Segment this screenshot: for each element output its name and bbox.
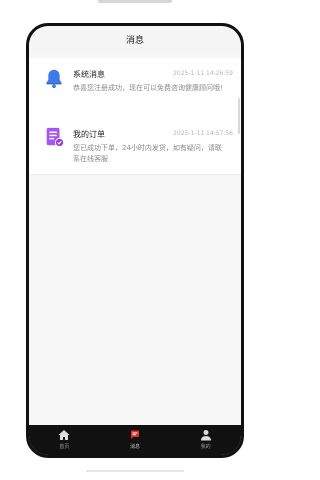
- header: 消息: [29, 26, 241, 54]
- bell-icon: [46, 69, 62, 89]
- message-body: 恭喜您注册成功，现在可以免费咨询健康顾问哦!: [73, 84, 223, 92]
- tab-messages[interactable]: 消息: [100, 425, 171, 455]
- message-item-order[interactable]: 我的订单 2025-1-11 14:57:56 您已成功下单，24小时内发货，如…: [29, 118, 241, 175]
- bottom-edge-hint: [86, 470, 184, 472]
- top-edge-hint: [98, 0, 172, 3]
- page-title: 消息: [125, 36, 144, 46]
- screen: 消息 系统消息 2025-1-11 14:26:59 恭喜您注册成功，现在可以免…: [29, 26, 241, 455]
- phone-frame: 消息 系统消息 2025-1-11 14:26:59 恭喜您注册成功，现在可以免…: [26, 23, 244, 458]
- message-title: 系统消息: [73, 70, 105, 79]
- tab-label: 我的: [200, 444, 211, 450]
- bottom-tab-bar: 首页 消息 我的: [29, 425, 241, 455]
- message-icon: [131, 430, 139, 439]
- message-item-system[interactable]: 系统消息 2025-1-11 14:26:59 恭喜您注册成功，现在可以免费咨询…: [29, 58, 241, 119]
- tab-label: 首页: [59, 444, 70, 450]
- message-body: 您已成功下单，24小时内发货，如有疑问，请联系在线客服: [73, 144, 222, 163]
- message-list: 系统消息 2025-1-11 14:26:59 恭喜您注册成功，现在可以免费咨询…: [29, 54, 241, 425]
- person-icon: [200, 430, 211, 441]
- tab-label: 消息: [130, 444, 141, 450]
- tab-profile[interactable]: 我的: [170, 425, 241, 455]
- order-document-icon: [46, 127, 65, 148]
- home-icon: [58, 430, 70, 440]
- scrollbar[interactable]: [238, 98, 240, 134]
- tab-home[interactable]: 首页: [29, 425, 100, 455]
- message-time: 2025-1-11 14:26:59: [173, 70, 233, 77]
- message-title: 我的订单: [73, 130, 105, 139]
- message-time: 2025-1-11 14:57:56: [173, 130, 233, 137]
